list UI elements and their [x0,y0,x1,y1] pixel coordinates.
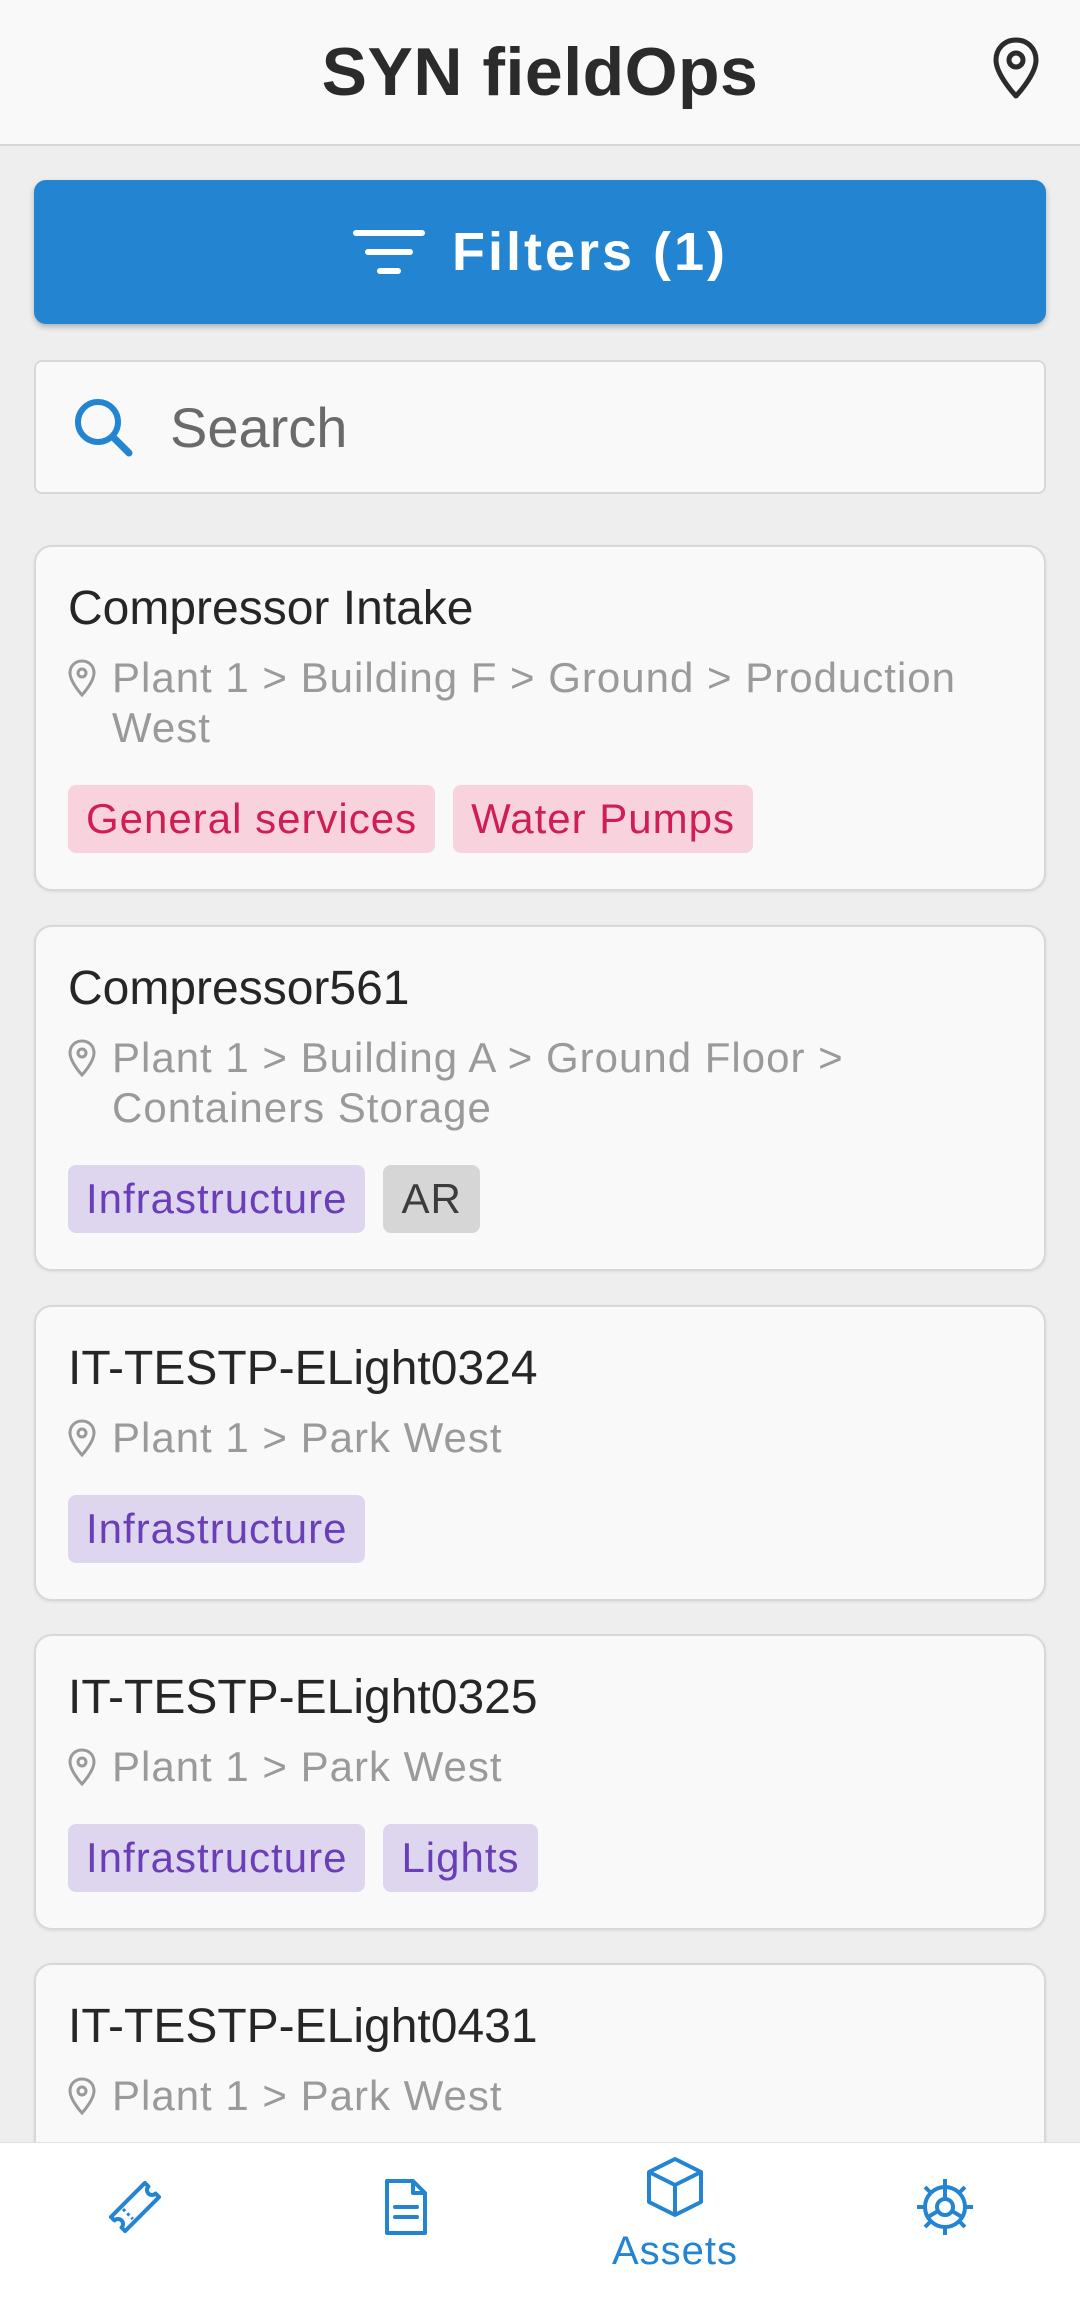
asset-location: Plant 1 > Park West [68,1742,1012,1792]
document-icon [385,2179,427,2235]
app-title: SYN fieldOps [321,34,759,110]
search-box[interactable] [34,360,1046,494]
asset-tags: Infrastructure [68,1495,1012,1563]
asset-location: Plant 1 > Park West [68,2071,1012,2121]
location-pin-icon [68,659,96,697]
asset-location: Plant 1 > Building A > Ground Floor > Co… [68,1033,1012,1133]
asset-location-text: Plant 1 > Building F > Ground > Producti… [112,654,956,751]
asset-card[interactable]: IT-TESTP-ELight0325 Plant 1 > Park West … [34,1634,1046,1930]
asset-name: IT-TESTP-ELight0431 [68,2000,538,2053]
asset-tags: Infrastructure AR [68,1165,1012,1233]
nav-label-assets: Assets [611,2229,739,2273]
settings-cog-icon [917,2179,973,2235]
tag: Infrastructure [68,1495,366,1563]
asset-location: Plant 1 > Building F > Ground > Producti… [68,653,1012,753]
tag: AR [383,1165,480,1233]
map-pin-icon[interactable] [990,36,1042,100]
nav-item-settings[interactable] [810,2143,1080,2300]
tag: Infrastructure [68,1165,366,1233]
filter-lines-icon [352,230,425,274]
bottom-nav: Assets [0,2142,1080,2300]
ticket-icon [108,2180,162,2234]
tag: General services [68,785,436,853]
asset-location-text: Plant 1 > Park West [112,1743,503,1790]
nav-item-documents[interactable] [270,2143,540,2300]
asset-name: Compressor561 [68,962,410,1015]
asset-name: IT-TESTP-ELight0324 [68,1342,538,1395]
filters-button[interactable]: Filters (1) [34,180,1046,324]
asset-card[interactable]: IT-TESTP-ELight0324 Plant 1 > Park West … [34,1305,1046,1601]
asset-location-text: Plant 1 > Park West [112,2072,503,2119]
location-pin-icon [68,1039,96,1077]
nav-item-tickets[interactable] [0,2143,270,2300]
asset-card[interactable]: Compressor Intake Plant 1 > Building F >… [34,545,1046,891]
filters-label: Filters (1) [451,222,729,282]
asset-location-text: Plant 1 > Building A > Ground Floor > Co… [112,1034,844,1131]
asset-tags: General services Water Pumps [68,785,1012,853]
tag: Water Pumps [453,785,753,853]
nav-item-assets[interactable]: Assets [540,2143,810,2300]
cube-icon [647,2157,703,2217]
location-pin-icon [68,1748,96,1786]
search-input[interactable] [170,394,990,460]
asset-tags: Infrastructure Lights [68,1824,1012,1892]
tag: Infrastructure [68,1824,366,1892]
asset-card[interactable]: Compressor561 Plant 1 > Building A > Gro… [34,925,1046,1271]
location-pin-icon [68,1419,96,1457]
asset-location: Plant 1 > Park West [68,1413,1012,1463]
asset-location-text: Plant 1 > Park West [112,1414,503,1461]
asset-name: IT-TESTP-ELight0325 [68,1671,538,1724]
app-header: SYN fieldOps [0,0,1080,146]
asset-name: Compressor Intake [68,582,474,635]
search-icon [75,399,133,457]
tag: Lights [383,1824,538,1892]
location-pin-icon [68,2077,96,2115]
